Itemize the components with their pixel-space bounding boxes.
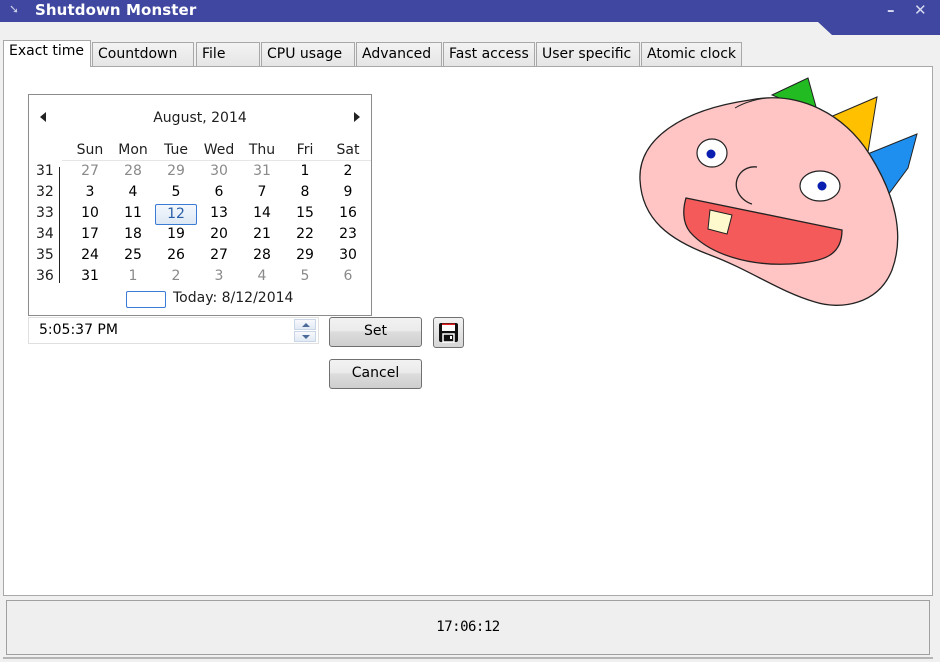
calendar-day[interactable]: 27 [69,162,111,181]
window-bottom-border [3,657,933,659]
weekday-label: Fri [296,142,314,158]
calendar-day[interactable]: 28 [241,246,283,265]
tab-countdown[interactable]: Countdown [92,42,194,68]
calendar-day[interactable]: 13 [198,204,240,223]
calendar-day[interactable]: 30 [198,162,240,181]
calendar-day[interactable]: 21 [241,225,283,244]
today-indicator[interactable] [126,291,166,308]
tab-fast-access[interactable]: Fast access [443,42,535,68]
floppy-disk-icon [439,323,458,343]
calendar-day[interactable]: 3 [198,267,240,286]
week-number: 36 [36,268,54,284]
calendar-week-row: 32 3 4 5 6 7 8 9 [29,182,371,203]
calendar-day[interactable]: 9 [327,183,369,202]
calendar-day[interactable]: 11 [112,204,154,223]
monster-mascot [639,77,918,306]
time-value[interactable]: 5:05:37 PM [39,322,118,338]
calendar-day[interactable]: 2 [155,267,197,286]
tab-cpu-usage[interactable]: CPU usage [261,42,355,68]
minimize-button[interactable]: – [887,1,895,19]
calendar-day[interactable]: 4 [241,267,283,286]
pin-icon[interactable]: ➘ [9,2,23,18]
cancel-button[interactable]: Cancel [329,359,422,389]
week-number: 34 [36,226,54,242]
weekday-label: Wed [203,142,235,158]
calendar-day[interactable]: 17 [69,225,111,244]
window-title: Shutdown Monster [35,1,197,19]
calendar-month-title[interactable]: August, 2014 [29,110,371,126]
calendar-day[interactable]: 4 [112,183,154,202]
time-spinner[interactable] [294,319,316,342]
status-bar: 17:06:12 [6,600,930,655]
calendar-day[interactable]: 29 [284,246,326,265]
set-button[interactable]: Set [329,317,422,347]
calendar-day[interactable]: 27 [198,246,240,265]
calendar-day[interactable]: 7 [241,183,283,202]
calendar-day[interactable]: 14 [241,204,283,223]
calendar-day[interactable]: 30 [327,246,369,265]
calendar-day[interactable]: 2 [327,162,369,181]
calendar-day[interactable]: 29 [155,162,197,181]
triangle-right-icon[interactable] [354,112,360,122]
tab-atomic-clock[interactable]: Atomic clock [641,42,742,68]
today-link[interactable]: Today: 8/12/2014 [173,290,293,306]
calendar-day[interactable]: 28 [112,162,154,181]
week-number: 33 [36,205,54,221]
calendar-day[interactable]: 31 [241,162,283,181]
month-calendar[interactable]: August, 2014 Sun Mon Tue Wed Thu Fri Sat 31 27 2… [28,94,372,316]
weekday-label: Sun [76,142,104,158]
save-button[interactable] [433,317,464,348]
calendar-day[interactable]: 23 [327,225,369,244]
calendar-day[interactable]: 1 [112,267,154,286]
calendar-grid: Sun Mon Tue Wed Thu Fri Sat 31 27 28 29 30 31 1 2 32 3 4… [29,139,371,287]
calendar-day[interactable]: 31 [69,267,111,286]
weekday-label: Tue [164,142,188,158]
close-button[interactable]: ✕ [914,1,927,19]
week-number: 31 [36,163,54,179]
calendar-day[interactable]: 10 [69,204,111,223]
calendar-day[interactable]: 6 [327,267,369,286]
tab-file[interactable]: File [196,42,260,68]
spin-down-arrow-icon[interactable] [294,331,316,342]
calendar-day[interactable]: 6 [198,183,240,202]
calendar-week-row: 36 31 1 2 3 4 5 6 [29,266,371,287]
calendar-day[interactable]: 5 [155,183,197,202]
calendar-day[interactable]: 25 [112,246,154,265]
time-input[interactable]: 5:05:37 PM [28,317,319,344]
calendar-week-row: 31 27 28 29 30 31 1 2 [29,161,371,182]
calendar-day[interactable]: 16 [327,204,369,223]
calendar-day[interactable]: 20 [198,225,240,244]
calendar-day-selected[interactable]: 12 [155,204,197,225]
calendar-day[interactable]: 8 [284,183,326,202]
calendar-day[interactable]: 24 [69,246,111,265]
week-number: 32 [36,184,54,200]
calendar-week-row: 35 24 25 26 27 28 29 30 [29,245,371,266]
tab-user-specific[interactable]: User specific [536,42,640,68]
spin-up-arrow-icon[interactable] [294,319,316,330]
calendar-day[interactable]: 18 [112,225,154,244]
calendar-day[interactable]: 3 [69,183,111,202]
calendar-day[interactable]: 15 [284,204,326,223]
weekday-label: Sat [336,142,360,158]
weekday-label: Thu [248,142,276,158]
week-number: 35 [36,247,54,263]
calendar-day[interactable]: 19 [155,225,197,244]
calendar-day[interactable]: 22 [284,225,326,244]
calendar-week-row: 34 17 18 19 20 21 22 23 [29,224,371,245]
weekday-header-row: Sun Mon Tue Wed Thu Fri Sat [62,139,371,161]
calendar-day[interactable]: 1 [284,162,326,181]
weekday-label: Mon [118,142,148,158]
calendar-day[interactable]: 5 [284,267,326,286]
calendar-week-row: 33 10 11 12 13 14 15 16 [29,203,371,225]
week-number-separator [59,167,60,283]
calendar-day[interactable]: 26 [155,246,197,265]
tab-advanced[interactable]: Advanced [356,42,442,68]
tab-exact-time[interactable]: Exact time [3,40,91,67]
status-clock: 17:06:12 [436,619,500,635]
